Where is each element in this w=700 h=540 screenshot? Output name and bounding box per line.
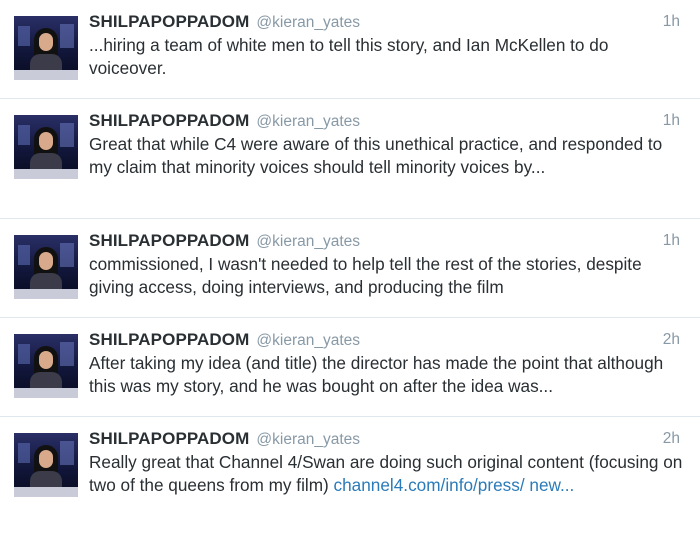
tweet-header: SHILPAPOPPADOM @kieran_yates [89,110,360,133]
avatar[interactable] [14,334,78,398]
tweet-header: SHILPAPOPPADOM @kieran_yates [89,428,360,451]
display-name[interactable]: SHILPAPOPPADOM [89,231,249,250]
avatar[interactable] [14,235,78,299]
username[interactable]: @kieran_yates [256,233,360,250]
tweet-link[interactable]: channel4.com/info/press/ new... [334,475,575,495]
tweet-item[interactable]: SHILPAPOPPADOM @kieran_yates 1h commissio… [0,219,700,318]
tweet-text: commissioned, I wasn't needed to help te… [89,254,642,297]
display-name[interactable]: SHILPAPOPPADOM [89,330,249,349]
username[interactable]: @kieran_yates [256,332,360,349]
timestamp[interactable]: 1h [663,11,680,33]
display-name[interactable]: SHILPAPOPPADOM [89,12,249,31]
tweet-item[interactable]: SHILPAPOPPADOM @kieran_yates 2h After tak… [0,318,700,417]
display-name[interactable]: SHILPAPOPPADOM [89,429,249,448]
display-name[interactable]: SHILPAPOPPADOM [89,111,249,130]
username[interactable]: @kieran_yates [256,14,360,31]
tweet-item[interactable]: SHILPAPOPPADOM @kieran_yates 1h ...hiring… [0,0,700,99]
timestamp[interactable]: 1h [663,230,680,252]
tweet-header: SHILPAPOPPADOM @kieran_yates [89,230,360,253]
username[interactable]: @kieran_yates [256,113,360,130]
tweet-text: Great that while C4 were aware of this u… [89,134,663,177]
tweet-header: SHILPAPOPPADOM @kieran_yates [89,11,360,34]
avatar[interactable] [14,433,78,497]
timestamp[interactable]: 2h [663,329,680,351]
username[interactable]: @kieran_yates [256,431,360,448]
tweet-item[interactable]: SHILPAPOPPADOM @kieran_yates 2h Really gr… [0,417,700,540]
tweet-item[interactable]: SHILPAPOPPADOM @kieran_yates 1h Great tha… [0,99,700,219]
tweet-header: SHILPAPOPPADOM @kieran_yates [89,329,360,352]
tweet-text: After taking my idea (and title) the dir… [89,353,664,396]
tweet-text: ...hiring a team of white men to tell th… [89,35,609,78]
timestamp[interactable]: 2h [663,428,680,450]
avatar[interactable] [14,16,78,80]
tweet-text: Really great that Channel 4/Swan are doi… [89,451,689,497]
tweet-timeline: SHILPAPOPPADOM @kieran_yates 1h ...hiring… [0,0,700,540]
timestamp[interactable]: 1h [663,110,680,132]
avatar[interactable] [14,115,78,179]
